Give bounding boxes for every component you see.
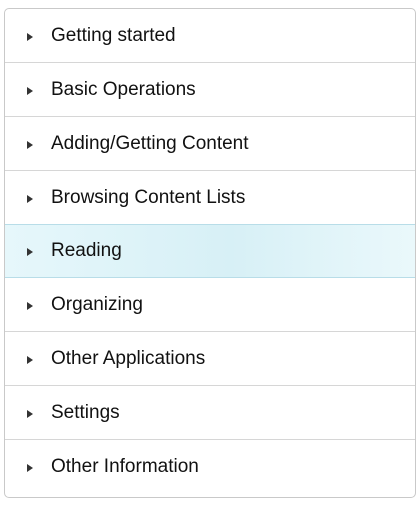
nav-item-label: Basic Operations <box>51 78 196 100</box>
nav-item-organizing[interactable]: Organizing <box>5 278 415 332</box>
nav-item-label: Reading <box>51 240 122 261</box>
triangle-right-icon <box>27 301 33 310</box>
nav-item-reading[interactable]: Reading <box>5 224 415 278</box>
nav-item-browsing-content-lists[interactable]: Browsing Content Lists <box>5 171 415 225</box>
triangle-right-icon <box>27 86 33 95</box>
nav-item-label: Other Information <box>51 456 199 477</box>
nav-item-other-applications[interactable]: Other Applications <box>5 332 415 386</box>
triangle-right-icon <box>27 355 33 364</box>
triangle-right-icon <box>27 248 33 256</box>
nav-item-settings[interactable]: Settings <box>5 386 415 440</box>
triangle-right-icon <box>27 32 33 41</box>
nav-item-label: Adding/Getting Content <box>51 132 249 154</box>
triangle-right-icon <box>27 140 33 149</box>
nav-item-getting-started[interactable]: Getting started <box>5 9 415 63</box>
nav-item-adding-getting-content[interactable]: Adding/Getting Content <box>5 117 415 171</box>
triangle-right-icon <box>27 194 33 203</box>
nav-item-label: Getting started <box>51 24 176 46</box>
nav-item-label: Browsing Content Lists <box>51 186 246 208</box>
triangle-right-icon <box>27 464 33 472</box>
triangle-right-icon <box>27 409 33 418</box>
nav-item-label: Organizing <box>51 293 143 315</box>
nav-item-basic-operations[interactable]: Basic Operations <box>5 63 415 117</box>
nav-item-other-information[interactable]: Other Information <box>5 440 415 494</box>
help-navigation-menu: Getting started Basic Operations Adding/… <box>4 8 416 498</box>
nav-item-label: Settings <box>51 401 120 423</box>
nav-item-label: Other Applications <box>51 347 206 369</box>
